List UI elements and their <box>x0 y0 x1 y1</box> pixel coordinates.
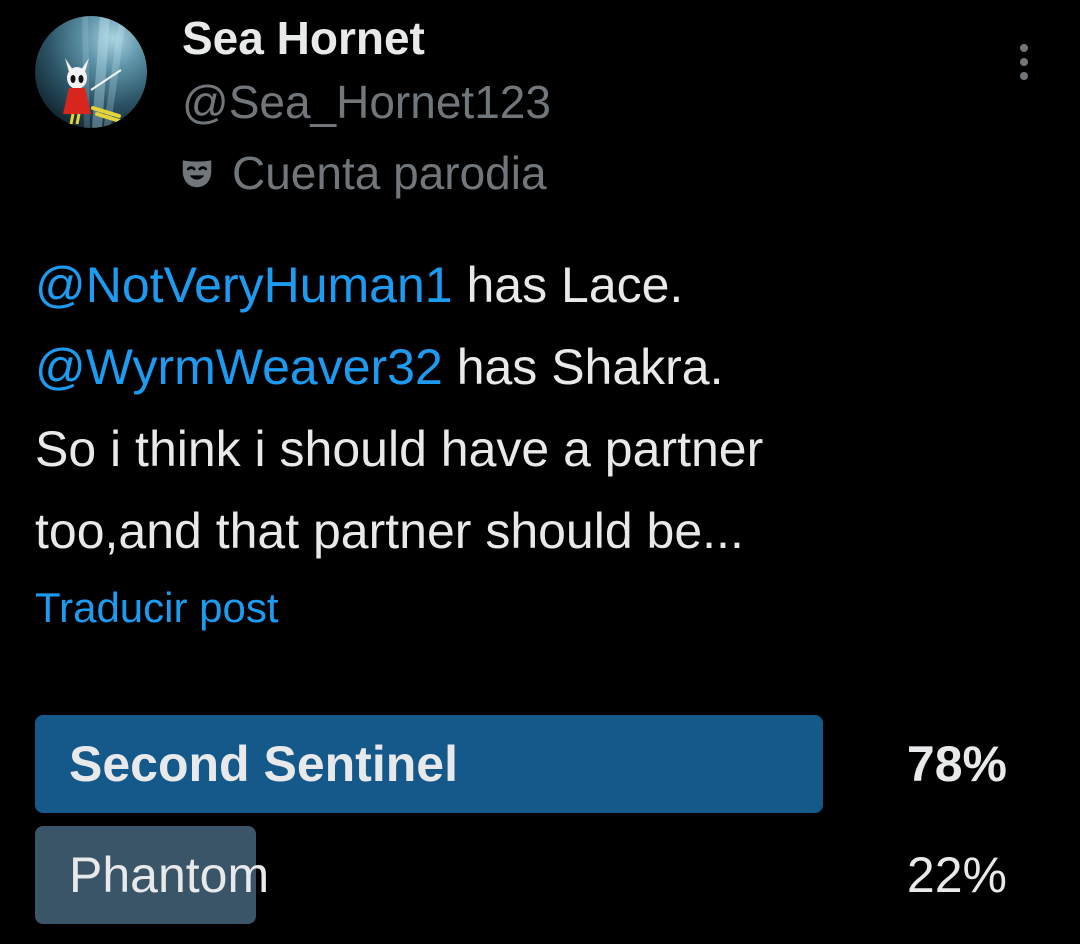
poll-option-percent: 22% <box>906 847 1007 903</box>
post-line-text: has Lace. <box>452 257 684 313</box>
post-line: @NotVeryHuman1 has Lace. <box>35 244 1045 326</box>
poll-option-label: Second Sentinel <box>69 736 458 792</box>
post-text: @NotVeryHuman1 has Lace. @WyrmWeaver32 h… <box>35 244 1045 572</box>
post-line-text: So i think i should have a partner <box>35 421 764 477</box>
mention-link[interactable]: @NotVeryHuman1 <box>35 257 453 313</box>
theater-mask-icon <box>182 160 212 188</box>
post-line: too,and that partner should be... <box>35 490 1045 572</box>
poll-option-percent: 78% <box>906 736 1007 792</box>
post-line: @WyrmWeaver32 has Shakra. <box>35 326 1045 408</box>
post-line-text: too,and that partner should be... <box>35 503 744 559</box>
parody-account-badge: Cuenta parodia <box>178 144 547 202</box>
poll-option-label: Phantom <box>69 847 270 903</box>
author-handle[interactable]: @Sea_Hornet123 <box>182 74 551 130</box>
poll-option-second-sentinel[interactable]: Second Sentinel 78% <box>35 715 1045 813</box>
more-vertical-icon <box>1020 44 1028 80</box>
post-line-text: has Shakra. <box>442 339 724 395</box>
post-card: Sea Hornet @Sea_Hornet123 Cuenta parodia… <box>0 0 1080 944</box>
poll-option-phantom[interactable]: Phantom 22% <box>35 826 1045 924</box>
more-options-button[interactable] <box>1004 42 1044 82</box>
translate-post-link[interactable]: Traducir post <box>35 580 279 636</box>
author-avatar[interactable] <box>35 16 147 128</box>
hornet-avatar-icon <box>63 16 127 128</box>
parody-badge-label: Cuenta parodia <box>232 147 547 199</box>
post-line: So i think i should have a partner <box>35 408 1045 490</box>
author-display-name[interactable]: Sea Hornet <box>182 10 425 66</box>
mention-link[interactable]: @WyrmWeaver32 <box>35 339 443 395</box>
